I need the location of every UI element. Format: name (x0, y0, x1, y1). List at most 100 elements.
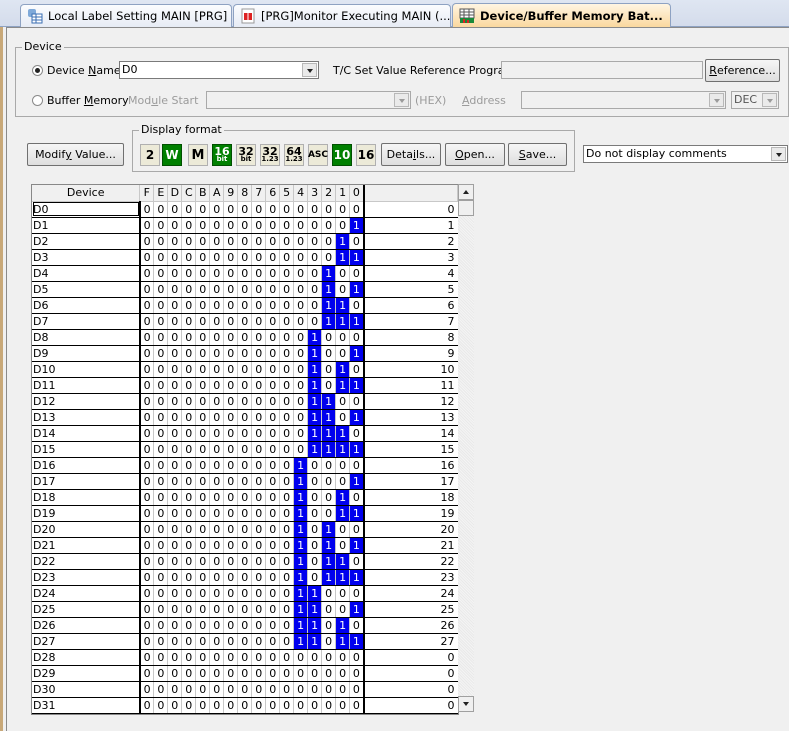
bit-cell[interactable]: 0 (237, 537, 253, 554)
bit-cell[interactable]: 0 (209, 569, 225, 586)
bit-cell[interactable]: 0 (237, 393, 253, 410)
bit-cell[interactable]: 1 (335, 489, 351, 506)
bit-cell[interactable]: 0 (321, 665, 337, 682)
bit-cell[interactable]: 0 (251, 537, 267, 554)
bit-cell[interactable]: 0 (139, 297, 155, 314)
bit-cell[interactable]: 0 (293, 697, 309, 714)
device-cell[interactable]: D30 (32, 681, 141, 698)
bit-cell[interactable]: 0 (181, 473, 197, 490)
bit-cell[interactable]: 0 (209, 233, 225, 250)
bit-cell[interactable]: 0 (265, 361, 281, 378)
bit-cell[interactable]: 0 (321, 329, 337, 346)
bit-cell[interactable]: 0 (167, 665, 183, 682)
bit-cell[interactable]: 0 (265, 633, 281, 650)
bit-cell[interactable]: 0 (209, 265, 225, 282)
value-cell[interactable]: 14 (362, 425, 458, 442)
bit-cell[interactable]: 0 (307, 521, 323, 538)
bit-cell[interactable]: 1 (307, 425, 323, 442)
bit-cell[interactable]: 0 (195, 345, 211, 362)
value-cell[interactable]: 26 (362, 617, 458, 634)
bit-cell[interactable]: 0 (321, 249, 337, 266)
bit-cell[interactable]: 0 (153, 665, 169, 682)
bit-cell[interactable]: 0 (153, 649, 169, 666)
bit-cell[interactable]: 0 (153, 489, 169, 506)
bit-cell[interactable]: 0 (293, 265, 309, 282)
bit-cell[interactable]: 0 (335, 393, 351, 410)
bit-cell[interactable]: 0 (321, 473, 337, 490)
bit-cell[interactable]: 0 (265, 473, 281, 490)
bit-cell[interactable]: 0 (153, 249, 169, 266)
bit-cell[interactable]: 0 (139, 537, 155, 554)
bit-cell[interactable]: 0 (237, 489, 253, 506)
value-cell[interactable]: 24 (362, 585, 458, 602)
bit-cell[interactable]: 1 (335, 249, 351, 266)
bit-cell[interactable]: 0 (223, 537, 239, 554)
bit-cell[interactable]: 0 (251, 249, 267, 266)
value-cell[interactable]: 0 (362, 649, 458, 666)
bit-cell[interactable]: 0 (209, 409, 225, 426)
bit-cell[interactable]: 0 (293, 681, 309, 698)
bit-cell[interactable]: 0 (209, 633, 225, 650)
bit-cell[interactable]: 0 (265, 649, 281, 666)
bit-cell[interactable]: 0 (335, 601, 351, 618)
bit-cell[interactable]: 0 (279, 249, 295, 266)
device-cell[interactable]: D17 (32, 473, 141, 490)
bit-cell[interactable]: 0 (139, 409, 155, 426)
bit-cell[interactable]: 0 (209, 457, 225, 474)
bit-cell[interactable]: 0 (223, 217, 239, 234)
bit-cell[interactable]: 0 (237, 313, 253, 330)
bit-cell[interactable]: 0 (279, 585, 295, 602)
bit-cell[interactable]: 0 (181, 553, 197, 570)
bit-cell[interactable]: 0 (335, 281, 351, 298)
bit-cell[interactable]: 0 (321, 633, 337, 650)
bit-cell[interactable]: 0 (209, 361, 225, 378)
bit-cell[interactable]: 0 (349, 681, 365, 698)
bit-cell[interactable]: 0 (139, 633, 155, 650)
bit-cell[interactable]: 0 (195, 617, 211, 634)
bit-cell[interactable]: 0 (223, 649, 239, 666)
bit-cell[interactable]: 0 (153, 297, 169, 314)
value-cell[interactable]: 7 (362, 313, 458, 330)
bit-cell[interactable]: 0 (223, 425, 239, 442)
bit-cell[interactable]: 0 (293, 361, 309, 378)
bit-cell[interactable]: 1 (293, 617, 309, 634)
bit-cell[interactable]: 0 (153, 441, 169, 458)
bit-cell[interactable]: 0 (307, 553, 323, 570)
bit-cell[interactable]: 1 (335, 441, 351, 458)
bit-cell[interactable]: 0 (251, 297, 267, 314)
bit-cell[interactable]: 0 (209, 249, 225, 266)
bit-cell[interactable]: 0 (139, 377, 155, 394)
bit-cell[interactable]: 0 (153, 393, 169, 410)
bit-cell[interactable]: 0 (335, 201, 351, 218)
bit-cell[interactable]: 0 (153, 521, 169, 538)
bit-cell[interactable]: 0 (335, 681, 351, 698)
chevron-down-icon[interactable] (771, 147, 786, 161)
table-row[interactable]: D1 0 0 0 0 0 0 0 0 0 0 0 0 0 0 0 1 1 (32, 217, 458, 234)
bit-cell[interactable]: 0 (265, 249, 281, 266)
device-cell[interactable]: D10 (32, 361, 141, 378)
bit-cell[interactable]: 1 (349, 441, 365, 458)
bit-cell[interactable]: 0 (181, 505, 197, 522)
bit-cell[interactable]: 0 (265, 537, 281, 554)
bit-cell[interactable]: 0 (167, 585, 183, 602)
format-binary-button[interactable]: 2 (140, 144, 160, 166)
bit-cell[interactable]: 0 (209, 601, 225, 618)
bit-cell[interactable]: 1 (321, 441, 337, 458)
device-cell[interactable]: D12 (32, 393, 141, 410)
address-combo[interactable] (521, 91, 726, 109)
bit-cell[interactable]: 0 (265, 425, 281, 442)
bit-cell[interactable]: 1 (307, 377, 323, 394)
bit-cell[interactable]: 1 (293, 585, 309, 602)
value-cell[interactable]: 22 (362, 553, 458, 570)
bit-cell[interactable]: 0 (237, 409, 253, 426)
bit-cell[interactable]: 0 (279, 649, 295, 666)
bit-cell[interactable]: 0 (349, 297, 365, 314)
bit-cell[interactable]: 0 (167, 233, 183, 250)
bit-cell[interactable]: 0 (293, 313, 309, 330)
bit-cell[interactable]: 0 (195, 681, 211, 698)
bit-cell[interactable]: 0 (307, 697, 323, 714)
bit-cell[interactable]: 1 (321, 569, 337, 586)
bit-cell[interactable]: 0 (167, 521, 183, 538)
bit-cell[interactable]: 0 (279, 521, 295, 538)
bit-cell[interactable]: 0 (349, 329, 365, 346)
